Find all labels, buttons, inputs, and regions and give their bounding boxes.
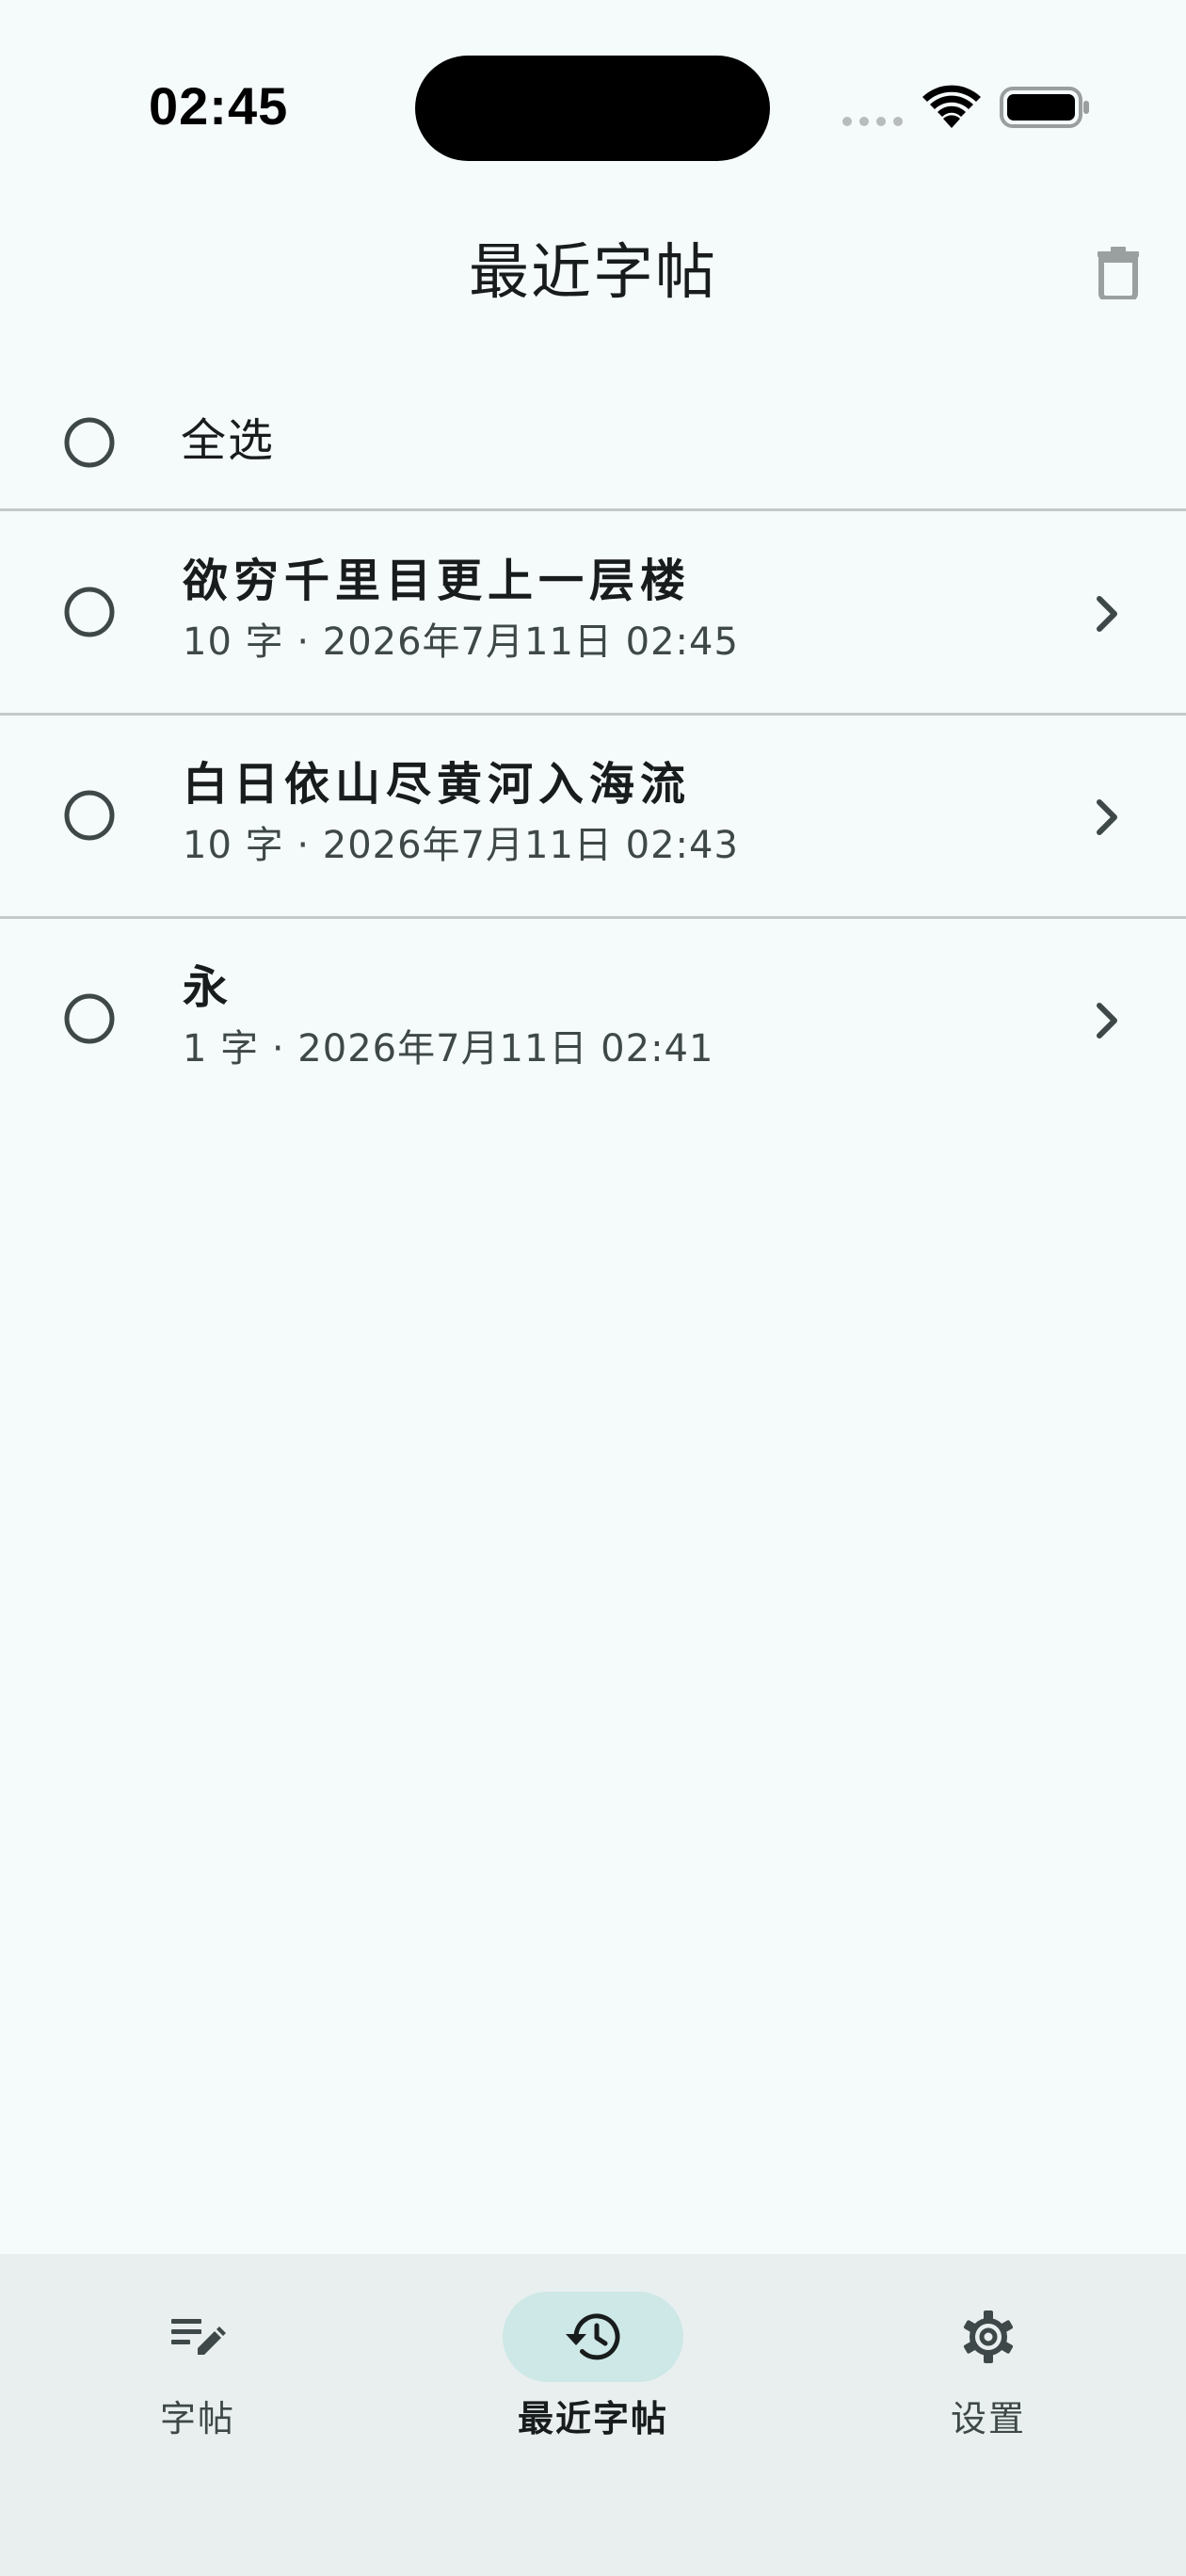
nav-label: 设置 [950, 2398, 1026, 2439]
select-all-radio[interactable] [64, 417, 115, 468]
list-item[interactable]: 永 1 字 · 2026年7月11日 02:41 [0, 919, 1186, 1122]
nav-label: 最近字帖 [517, 2398, 668, 2439]
trash-icon [1098, 247, 1139, 299]
battery-icon [1000, 87, 1089, 128]
nav-indicator [898, 2292, 1079, 2382]
select-all-label: 全选 [181, 414, 276, 467]
page-title: 最近字帖 [469, 238, 717, 308]
delete-button[interactable] [1081, 235, 1156, 311]
nav-item-copybook[interactable]: 字帖 [0, 2292, 395, 2480]
nav-indicator [503, 2292, 683, 2382]
app-bar: 最近字帖 [0, 207, 1186, 339]
item-subtitle: 10 字 · 2026年7月11日 02:43 [183, 824, 739, 867]
wifi-icon [922, 85, 981, 128]
list-item[interactable]: 白日依山尽黄河入海流 10 字 · 2026年7月11日 02:43 [0, 716, 1186, 919]
nav-label: 字帖 [159, 2398, 235, 2439]
dynamic-island [415, 56, 770, 161]
history-icon [566, 2313, 620, 2360]
edit-note-icon [171, 2319, 226, 2355]
item-title: 欲穷千里目更上一层楼 [183, 555, 692, 607]
item-subtitle: 1 字 · 2026年7月11日 02:41 [183, 1027, 714, 1071]
status-time: 02:45 [149, 76, 289, 136]
cellular-signal-icon [842, 117, 903, 126]
item-radio[interactable] [64, 587, 115, 637]
item-radio[interactable] [64, 790, 115, 841]
chevron-right-icon [1097, 1003, 1117, 1038]
nav-indicator [107, 2292, 288, 2382]
chevron-right-icon [1097, 799, 1117, 835]
gear-icon [963, 2310, 1014, 2363]
nav-item-recent[interactable]: 最近字帖 [395, 2292, 791, 2480]
item-subtitle: 10 字 · 2026年7月11日 02:45 [183, 620, 739, 664]
list-item[interactable]: 欲穷千里目更上一层楼 10 字 · 2026年7月11日 02:45 [0, 512, 1186, 716]
chevron-right-icon [1097, 596, 1117, 632]
item-radio[interactable] [64, 993, 115, 1044]
item-title: 白日依山尽黄河入海流 [183, 758, 692, 811]
select-all-row[interactable]: 全选 [0, 377, 1186, 508]
item-title: 永 [183, 961, 234, 1014]
divider [0, 508, 1186, 511]
recent-list: 欲穷千里目更上一层楼 10 字 · 2026年7月11日 02:45 白日依山尽… [0, 512, 1186, 1122]
bottom-navigation: 字帖 最近字帖 设置 [0, 2254, 1186, 2576]
status-bar: 02:45 [0, 0, 1186, 188]
nav-item-settings[interactable]: 设置 [791, 2292, 1186, 2480]
